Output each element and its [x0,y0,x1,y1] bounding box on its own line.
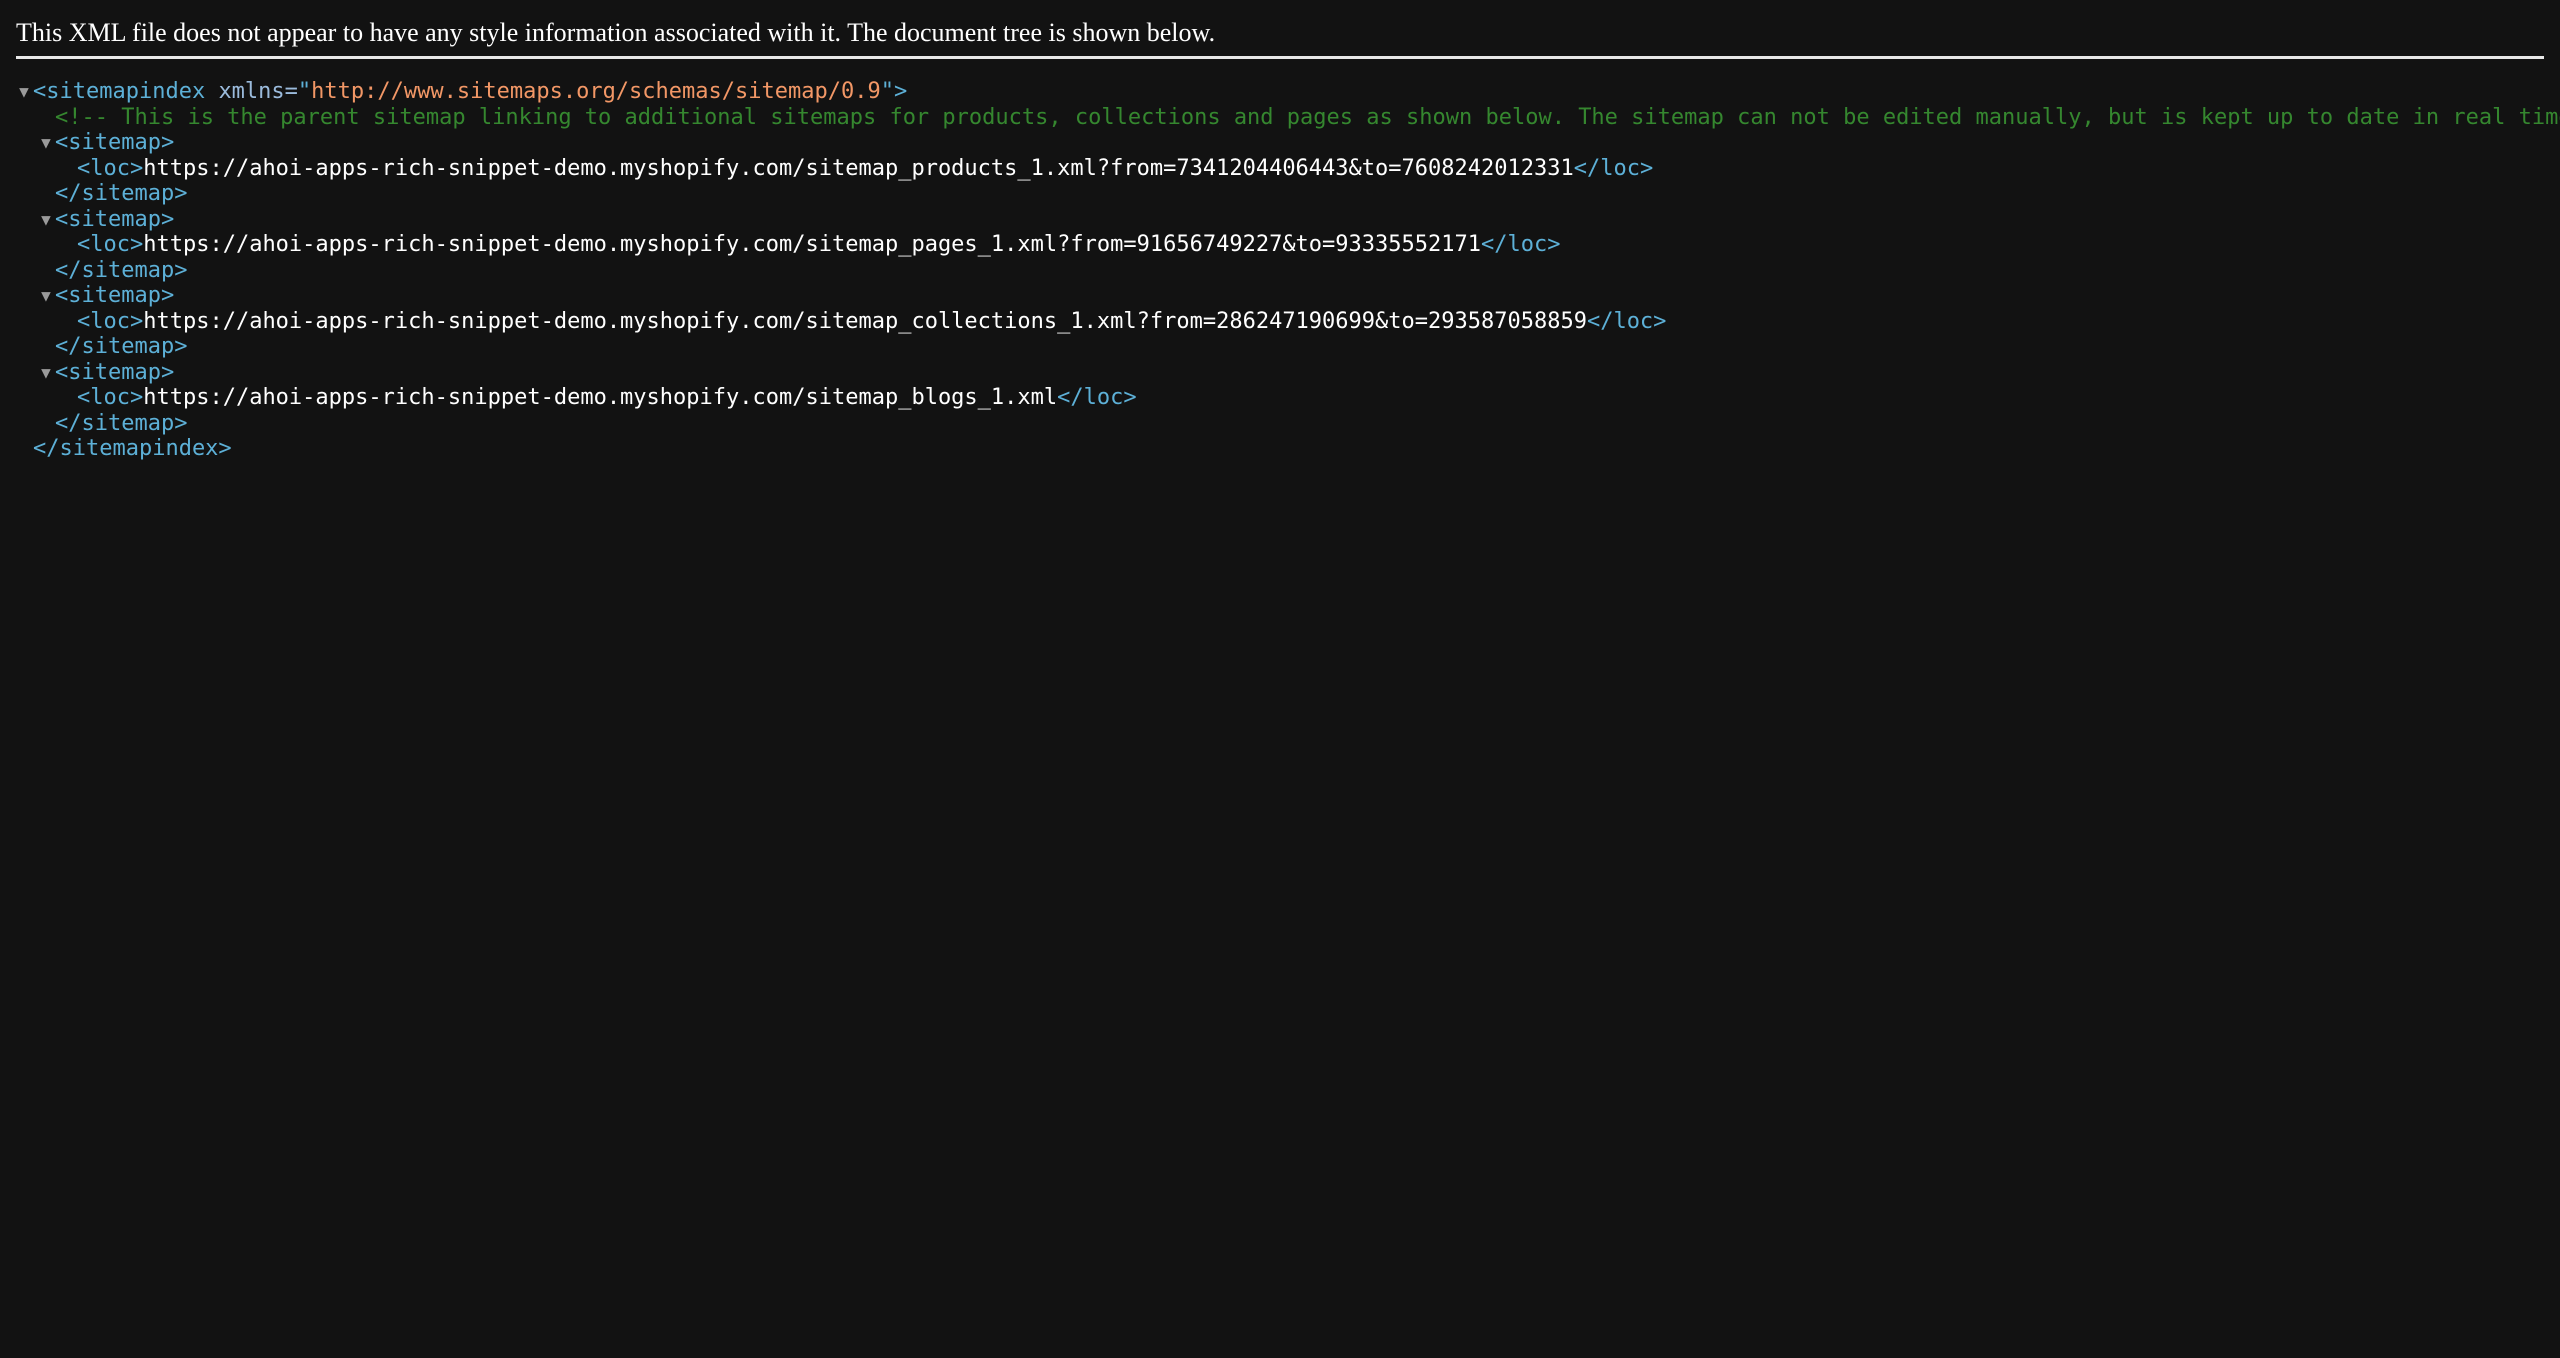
collapse-triangle-icon[interactable]: ▼ [39,283,53,309]
loc-element: <loc>https://ahoi-apps-rich-snippet-demo… [77,385,1137,411]
loc-element: <loc>https://ahoi-apps-rich-snippet-demo… [77,309,1666,335]
xml-document-tree: ▼ <sitemapindex xmlns="http://www.sitema… [0,79,2560,462]
collapse-triangle-icon[interactable]: ▼ [39,130,53,156]
sitemap-close-line: </sitemap> [0,258,2560,284]
loc-open-tag: <loc> [77,155,144,181]
sitemap-open-line: ▼ <sitemap> [0,283,2560,309]
root-open-line: ▼ <sitemapindex xmlns="http://www.sitema… [0,79,2560,105]
xml-viewer-page: This XML file does not appear to have an… [0,0,2560,1358]
loc-line: <loc>https://ahoi-apps-rich-snippet-demo… [0,156,2560,182]
loc-url: https://ahoi-apps-rich-snippet-demo.mysh… [143,385,1058,410]
root-close-tag: </sitemapindex> [33,436,232,461]
loc-element: <loc>https://ahoi-apps-rich-snippet-demo… [77,156,1653,182]
collapse-triangle-icon[interactable]: ▼ [39,360,53,386]
comment-line: <!-- This is the parent sitemap linking … [0,105,2560,131]
collapse-triangle-icon[interactable]: ▼ [17,79,31,105]
loc-element: <loc>https://ahoi-apps-rich-snippet-demo… [77,232,1560,258]
sitemap-close-tag: </sitemap> [55,181,188,206]
loc-open-tag: <loc> [77,308,144,334]
sitemap-close-line: </sitemap> [0,181,2560,207]
sitemap-open-tag: <sitemap> [55,283,175,308]
header-divider [16,56,2544,59]
root-attr-value: http://www.sitemaps.org/schemas/sitemap/… [311,79,881,104]
sitemap-open-line: ▼ <sitemap> [0,360,2560,386]
loc-line: <loc>https://ahoi-apps-rich-snippet-demo… [0,385,2560,411]
loc-line: <loc>https://ahoi-apps-rich-snippet-demo… [0,232,2560,258]
root-close-line: </sitemapindex> [0,436,2560,462]
sitemap-open-tag: <sitemap> [55,359,175,385]
sitemap-close-line: </sitemap> [0,411,2560,437]
loc-open-tag: <loc> [77,232,144,257]
loc-close-tag: </loc> [1057,385,1137,410]
sitemap-close-tag: </sitemap> [55,257,188,283]
sitemap-close-line: </sitemap> [0,334,2560,360]
sitemap-open-line: ▼ <sitemap> [0,207,2560,233]
sitemap-close-tag: </sitemap> [55,410,188,436]
root-attr-name: xmlns= [218,79,298,104]
loc-open-tag: <loc> [77,385,144,410]
collapse-triangle-icon[interactable]: ▼ [39,207,53,233]
root-open-tag: <sitemapindex xmlns="http://www.sitemaps… [33,79,907,105]
sitemap-open-tag: <sitemap> [55,130,175,155]
loc-url: https://ahoi-apps-rich-snippet-demo.mysh… [143,308,1587,334]
root-tag-name: <sitemapindex [33,79,206,104]
root-attr-quote-close: "> [880,79,908,104]
loc-line: <loc>https://ahoi-apps-rich-snippet-demo… [0,309,2560,335]
loc-url: https://ahoi-apps-rich-snippet-demo.mysh… [143,155,1574,181]
xml-comment: <!-- This is the parent sitemap linking … [55,104,2560,130]
loc-close-tag: </loc> [1586,308,1667,334]
xml-info-message: This XML file does not appear to have an… [16,18,1216,47]
sitemap-close-tag: </sitemap> [55,334,188,359]
sitemap-open-line: ▼ <sitemap> [0,130,2560,156]
loc-close-tag: </loc> [1481,232,1561,257]
root-attr-quote-open: " [297,79,312,104]
loc-close-tag: </loc> [1573,155,1654,181]
sitemap-open-tag: <sitemap> [55,206,175,232]
loc-url: https://ahoi-apps-rich-snippet-demo.mysh… [143,232,1481,257]
